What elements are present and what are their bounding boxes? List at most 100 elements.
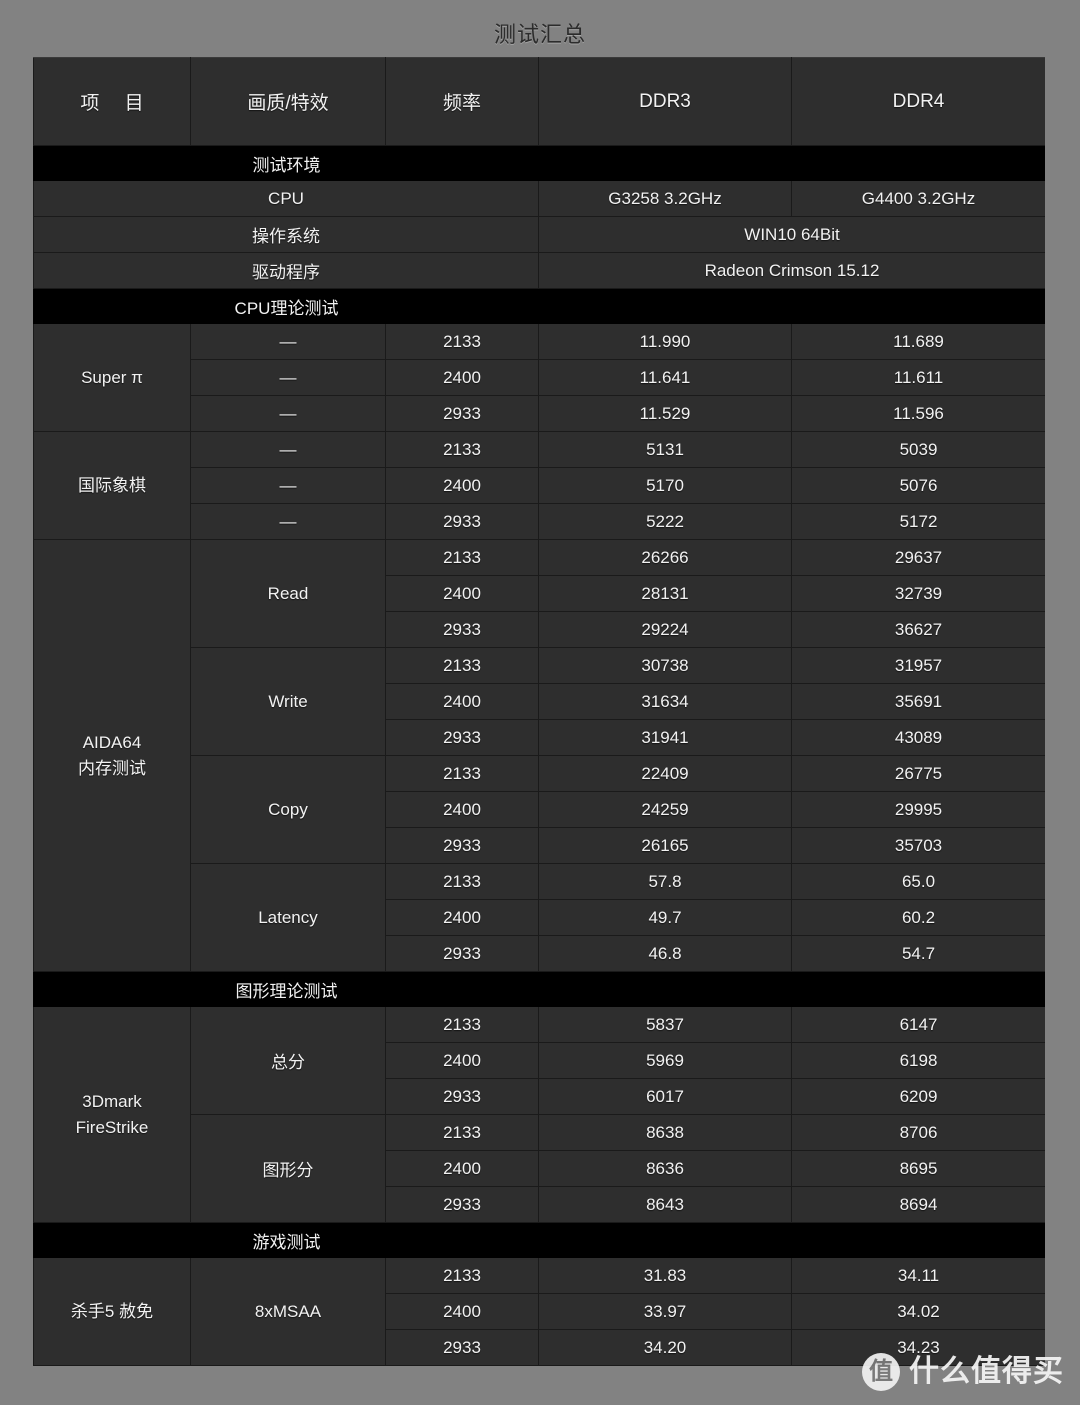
ddr4-value-cell: 6147 — [791, 1006, 1045, 1043]
ddr4-value-cell: 6209 — [791, 1078, 1045, 1115]
environment-row: CPU G3258 3.2GHz G4400 3.2GHz — [33, 180, 1045, 217]
section-header-row: 图形理论测试 — [33, 971, 1045, 1007]
page-title: 测试汇总 — [493, 22, 586, 47]
benchmark-name-line2: 内存测试 — [78, 758, 146, 778]
quality-cell: — — [190, 503, 386, 540]
frequency-cell: 2133 — [385, 863, 539, 900]
frequency-cell: 2933 — [385, 1186, 539, 1223]
frequency-cell: 2933 — [385, 503, 539, 540]
ddr3-value-cell: 26266 — [538, 539, 792, 576]
benchmark-name: 3Dmark FireStrike — [33, 1006, 191, 1223]
ddr4-value-cell: 5172 — [791, 503, 1045, 540]
ddr3-value-cell: 5222 — [538, 503, 792, 540]
section-header-row: 游戏测试 — [33, 1222, 1045, 1258]
frequency-cell: 2933 — [385, 395, 539, 432]
benchmark-name-line1: 国际象棋 — [78, 475, 146, 495]
benchmark-name: Super π — [33, 323, 191, 432]
frequency-cell: 2400 — [385, 899, 539, 936]
benchmark-name-line1: 3Dmark — [82, 1092, 142, 1111]
table-row: 国际象棋 —2133 5131 5039 — [33, 431, 1045, 540]
column-header-ddr4: DDR4 — [791, 57, 1045, 146]
section-header-label: 测试环境 — [252, 155, 321, 175]
quality-cell: Write — [190, 647, 386, 756]
table-header-row: 项 目画质/特效 频率 DDR3 DDR4 — [33, 57, 1045, 146]
table-row: 3Dmark FireStrike 总分 2133 5837 6147 — [33, 1006, 1045, 1223]
ddr3-value-cell: 11.529 — [538, 395, 792, 432]
section-header-game: 游戏测试 — [33, 1222, 1045, 1258]
frequency-cell: 2400 — [385, 1042, 539, 1079]
ddr4-value-cell: 11.611 — [791, 359, 1045, 396]
ddr4-value-cell: 5076 — [791, 467, 1045, 504]
frequency-cell: 2933 — [385, 719, 539, 756]
ddr3-value-cell: 30738 — [538, 647, 792, 684]
ddr3-value-cell: 31941 — [538, 719, 792, 756]
environment-label: 驱动程序 — [33, 252, 539, 289]
section-header-label: 图形理论测试 — [235, 981, 338, 1001]
watermark: 值 什么值得买 — [862, 1353, 1064, 1391]
frequency-cell: 2933 — [385, 827, 539, 864]
ddr3-value-cell: 5131 — [538, 431, 792, 468]
quality-cell: Copy — [190, 755, 386, 864]
ddr4-value-cell: 31957 — [791, 647, 1045, 684]
quality-cell: 总分 — [190, 1006, 386, 1115]
frequency-cell: 2933 — [385, 1329, 539, 1366]
ddr4-value-cell: 34.11 — [791, 1257, 1045, 1294]
ddr4-value-cell: 8695 — [791, 1150, 1045, 1187]
section-header-cpu-theory: CPU理论测试 — [33, 288, 1045, 324]
frequency-cell: 2400 — [385, 359, 539, 396]
ddr4-value-cell: 26775 — [791, 755, 1045, 792]
section-header-environment: 测试环境 — [33, 145, 1045, 181]
section-header-label: 游戏测试 — [252, 1232, 321, 1252]
benchmark-name: 国际象棋 — [33, 431, 191, 540]
ddr3-value-cell: 28131 — [538, 575, 792, 612]
quality-cell: 图形分 — [190, 1114, 386, 1223]
ddr3-value-cell: 5837 — [538, 1006, 792, 1043]
column-header-ddr3: DDR3 — [538, 57, 792, 146]
quality-cell: Latency — [190, 863, 386, 972]
ddr4-value-cell: 36627 — [791, 611, 1045, 648]
ddr4-value-cell: 8706 — [791, 1114, 1045, 1151]
ddr4-value-cell: 35691 — [791, 683, 1045, 720]
environment-value: Radeon Crimson 15.12 — [538, 252, 1045, 289]
frequency-cell: 2133 — [385, 431, 539, 468]
benchmark-name: 杀手5 赦免 — [33, 1257, 191, 1366]
ddr3-value-cell: 49.7 — [538, 899, 792, 936]
frequency-cell: 2133 — [385, 539, 539, 576]
ddr3-value-cell: 11.641 — [538, 359, 792, 396]
environment-row: 操作系统 WIN10 64Bit — [33, 216, 1045, 253]
frequency-cell: 2400 — [385, 1293, 539, 1330]
quality-cell: — — [190, 323, 386, 360]
benchmark-name-line1: AIDA64 — [82, 733, 142, 752]
column-header-frequency: 频率 — [385, 57, 539, 146]
section-header-row: 测试环境 — [33, 145, 1045, 181]
ddr3-value-cell: 57.8 — [538, 863, 792, 900]
quality-cell: Read — [190, 539, 386, 648]
frequency-cell: 2933 — [385, 935, 539, 972]
ddr3-value-cell: 31.83 — [538, 1257, 792, 1294]
quality-cell: — — [190, 467, 386, 504]
environment-label: 操作系统 — [33, 216, 539, 253]
frequency-cell: 2400 — [385, 575, 539, 612]
environment-label: CPU — [33, 180, 539, 217]
ddr4-value-cell: 29995 — [791, 791, 1045, 828]
table-row: AIDA64 内存测试 Read 2133 26266 29637 — [33, 539, 1045, 972]
column-header-item: 项 目 — [33, 57, 191, 146]
ddr4-value-cell: 6198 — [791, 1042, 1045, 1079]
ddr4-value-cell: 11.596 — [791, 395, 1045, 432]
table-row: Super π —2133 11.990 11.689 — [33, 323, 1045, 432]
frequency-cell: 2933 — [385, 1078, 539, 1115]
benchmark-summary-table: 项 目画质/特效 频率 DDR3 DDR4 测试环境 CPU G3258 3.2GHz G44… — [33, 57, 1045, 1366]
benchmark-name: AIDA64 内存测试 — [33, 539, 191, 972]
section-header-graphics-theory: 图形理论测试 — [33, 971, 1045, 1007]
ddr4-value-cell: 32739 — [791, 575, 1045, 612]
ddr4-value-cell: 43089 — [791, 719, 1045, 756]
ddr3-value-cell: 34.20 — [538, 1329, 792, 1366]
frequency-cell: 2400 — [385, 1150, 539, 1187]
column-header-quality: 画质/特效 — [190, 57, 386, 146]
environment-row: 驱动程序 Radeon Crimson 15.12 — [33, 252, 1045, 289]
benchmark-name-line2: FireStrike — [75, 1117, 149, 1137]
frequency-cell: 2133 — [385, 323, 539, 360]
ddr3-value-cell: 11.990 — [538, 323, 792, 360]
ddr4-value-cell: 35703 — [791, 827, 1045, 864]
ddr3-value-cell: 24259 — [538, 791, 792, 828]
